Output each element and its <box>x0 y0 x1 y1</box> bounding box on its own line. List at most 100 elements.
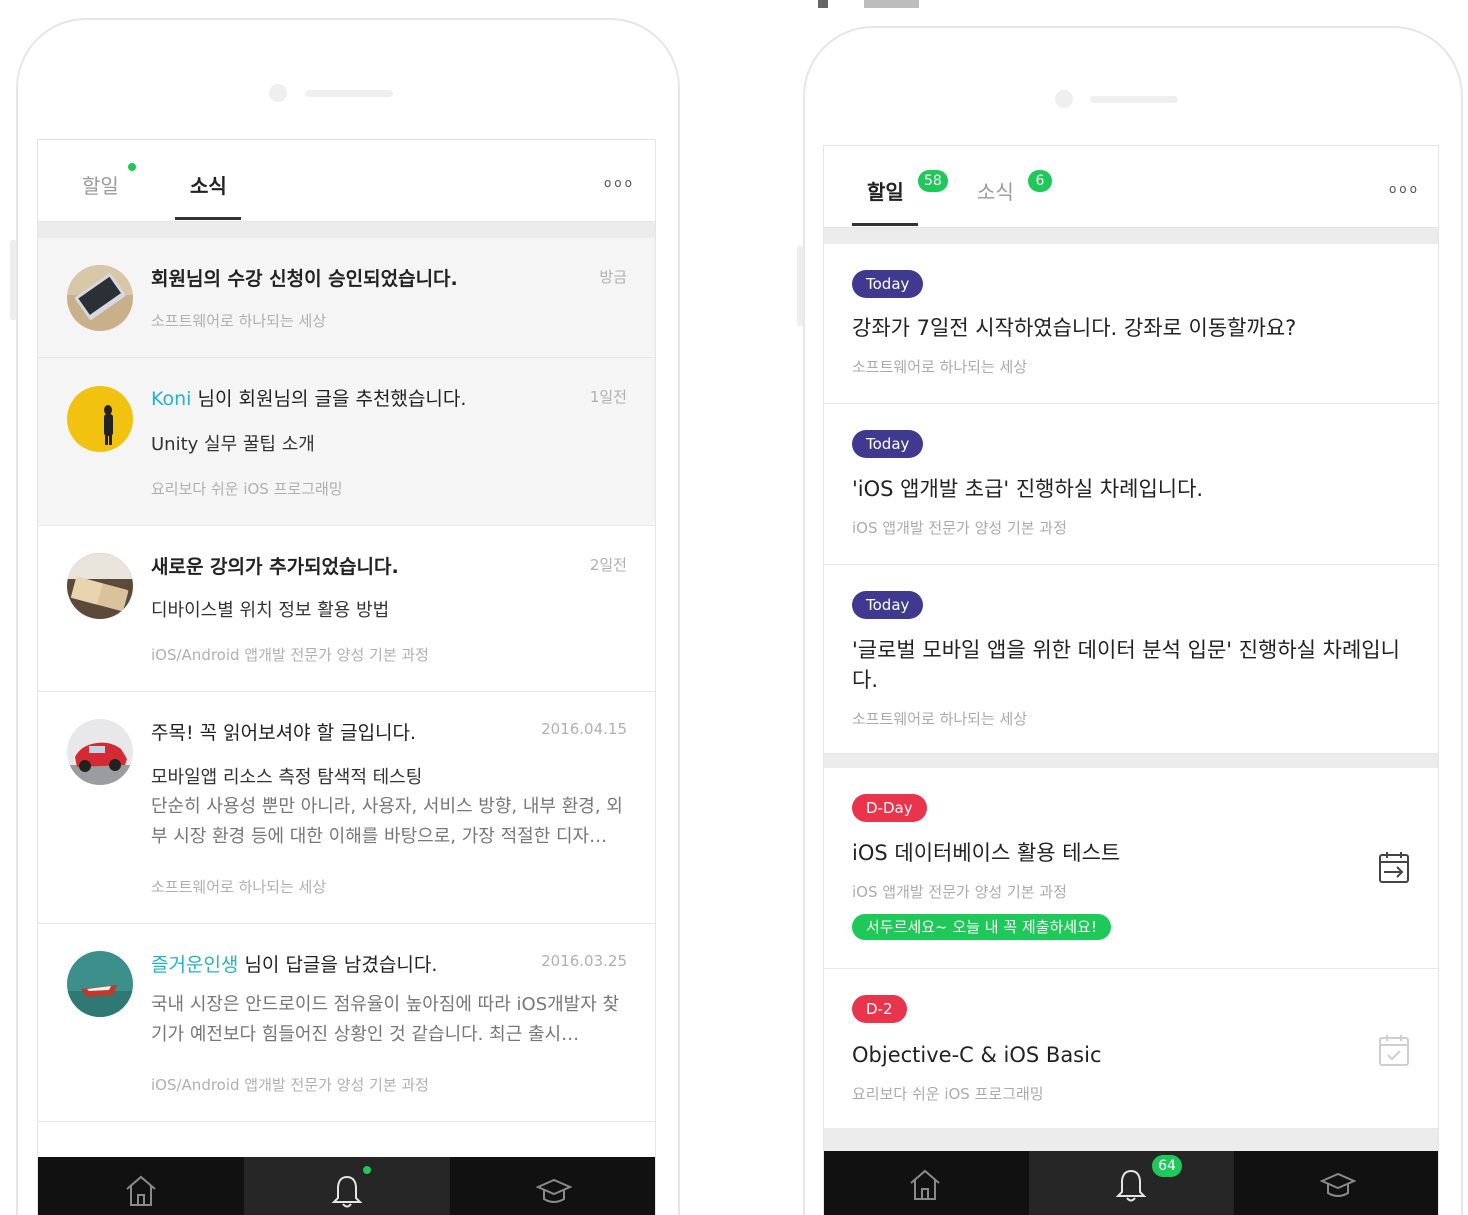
more-options-button[interactable]: ooo <box>604 176 635 190</box>
news-count-badge: 6 <box>1028 170 1052 192</box>
todo-card-title: 'iOS 앱개발 초급' 진행하실 차례입니다. <box>852 477 1204 501</box>
active-tab-underline <box>852 223 918 226</box>
feed-item-title: 즐거운인생 님이 답글을 남겼습니다. <box>151 950 437 977</box>
feed-item-description: 국내 시장은 안드로이드 점유율이 높아짐에 따라 iOS개발자 찾기가 예전보… <box>151 994 620 1045</box>
tab-courses[interactable] <box>1234 1151 1438 1215</box>
tab-header: 할일 58 소식 6 ooo <box>824 146 1438 228</box>
tab-home[interactable] <box>38 1157 244 1215</box>
todo-count-badge: 58 <box>918 170 948 192</box>
bottom-tab-bar: 64 <box>824 1151 1438 1215</box>
tab-notifications[interactable]: 64 <box>1029 1151 1234 1215</box>
feed-item[interactable]: 새로운 강의가 추가되었습니다. 2일전 디바이스별 위치 정보 활용 방법 i… <box>38 526 655 692</box>
todo-card-meta: 소프트웨어로 하나되는 세상 <box>852 358 1028 376</box>
feed-item-description: 단순히 사용성 뿐만 아니라, 사용자, 서비스 방향, 내부 환경, 외부 시… <box>151 796 623 847</box>
tab-news[interactable]: 소식 <box>190 170 227 199</box>
feed-item-subtitle: Unity 실무 꿀팁 소개 <box>151 434 315 455</box>
feed-item[interactable]: Koni 님이 회원님의 글을 추천했습니다. 1일전 Unity 실무 꿀팁 … <box>38 358 655 526</box>
feed-item-title-text: 님이 회원님의 글을 추천했습니다. <box>197 388 467 410</box>
bell-icon <box>1115 1169 1147 1202</box>
graduation-cap-icon <box>536 1178 572 1203</box>
feed-item[interactable]: 회원님의 수강 신청이 승인되었습니다. 방금 소프트웨어로 하나되는 세상 <box>38 238 655 358</box>
tab-courses[interactable] <box>450 1157 655 1215</box>
news-screen: 할일 소식 ooo 회원님의 수강 신청이 승인되었습니다. 방금 소프트웨어로… <box>37 139 656 1215</box>
speaker-grille <box>1090 96 1178 103</box>
avatar <box>67 719 133 785</box>
divider-band <box>824 1129 1438 1151</box>
home-icon <box>910 1169 940 1200</box>
tab-notifications[interactable] <box>244 1157 450 1215</box>
todo-card-meta: iOS 앱개발 전문가 양성 기본 과정 <box>852 519 1067 537</box>
side-button <box>797 246 803 326</box>
tab-news[interactable]: 소식 <box>977 176 1014 205</box>
tab-header: 할일 소식 ooo <box>38 140 655 222</box>
feed-item-time: 1일전 <box>589 388 627 406</box>
side-button <box>10 240 16 320</box>
todo-card-meta: 소프트웨어로 하나되는 세상 <box>852 710 1028 728</box>
tab-home[interactable] <box>824 1151 1029 1215</box>
home-icon <box>126 1175 156 1206</box>
notification-count-badge: 64 <box>1152 1155 1182 1177</box>
top-edge-mark <box>864 0 919 8</box>
camera-dot <box>269 84 287 102</box>
feed-item-title-text: 님이 답글을 남겼습니다. <box>244 954 438 976</box>
todo-card-title: iOS 데이터베이스 활용 테스트 <box>852 841 1121 865</box>
avatar <box>67 553 133 619</box>
feed-item-time: 2016.03.25 <box>541 952 627 970</box>
top-edge-mark <box>818 0 828 8</box>
camera-dot <box>1055 90 1073 108</box>
calendar-submit-icon[interactable] <box>1378 850 1410 884</box>
notification-dot <box>363 1166 371 1174</box>
feed-item[interactable]: 즐거운인생 님이 답글을 남겼습니다. 2016.03.25 국내 시장은 안드… <box>38 924 655 1122</box>
todo-card-title: '글로벌 모바일 앱을 위한 데이터 분석 입문' 진행하실 차례입니다. <box>852 638 1400 692</box>
divider-band <box>824 228 1438 244</box>
todo-card[interactable]: Today 'iOS 앱개발 초급' 진행하실 차례입니다. iOS 앱개발 전… <box>824 404 1438 565</box>
divider-band <box>38 222 655 238</box>
active-tab-underline <box>175 217 241 220</box>
today-badge: Today <box>852 591 924 619</box>
new-dot <box>128 163 136 171</box>
feed-item-subtitle: 모바일앱 리소스 측정 탐색적 테스팅 <box>151 767 423 788</box>
todo-card[interactable]: D-2 Objective-C & iOS Basic 요리보다 쉬운 iOS … <box>824 969 1438 1129</box>
speaker-grille <box>305 90 393 97</box>
section-divider-band <box>824 754 1438 768</box>
feed-item-meta: 소프트웨어로 하나되는 세상 <box>151 312 327 330</box>
today-badge: Today <box>852 270 924 298</box>
avatar <box>67 386 133 452</box>
graduation-cap-icon <box>1320 1172 1356 1197</box>
todo-card-title: 강좌가 7일전 시작하였습니다. 강좌로 이동할까요? <box>852 316 1297 340</box>
todo-card-title: Objective-C & iOS Basic <box>852 1043 1102 1067</box>
bottom-tab-bar <box>38 1157 655 1215</box>
feed-item[interactable]: 주목! 꼭 읽어보셔야 할 글입니다. 2016.04.15 모바일앱 리소스 … <box>38 692 655 924</box>
actor-link[interactable]: Koni <box>151 388 191 410</box>
deadline-nudge: 서두르세요~ 오늘 내 꼭 제출하세요! <box>852 914 1111 940</box>
calendar-check-icon[interactable] <box>1378 1033 1410 1067</box>
feed-item-time: 2016.04.15 <box>541 720 627 738</box>
feed-item-meta: 소프트웨어로 하나되는 세상 <box>151 878 327 896</box>
todo-card[interactable]: Today '글로벌 모바일 앱을 위한 데이터 분석 입문' 진행하실 차례입… <box>824 565 1438 754</box>
today-badge: Today <box>852 430 924 458</box>
tab-todo[interactable]: 할일 <box>867 176 904 205</box>
bell-icon <box>331 1175 363 1208</box>
feed-item-meta: iOS/Android 앱개발 전문가 양성 기본 과정 <box>151 1076 429 1094</box>
feed-item-meta: 요리보다 쉬운 iOS 프로그래밍 <box>151 480 343 498</box>
feed-item-subtitle: 디바이스별 위치 정보 활용 방법 <box>151 600 390 621</box>
feed-item-time: 방금 <box>599 268 627 286</box>
dday-badge: D-2 <box>852 995 907 1023</box>
feed-item-title: 주목! 꼭 읽어보셔야 할 글입니다. <box>151 722 417 744</box>
todo-card-meta: iOS 앱개발 전문가 양성 기본 과정 <box>852 883 1067 901</box>
todo-card-meta: 요리보다 쉬운 iOS 프로그래밍 <box>852 1085 1044 1103</box>
actor-link[interactable]: 즐거운인생 <box>151 954 238 976</box>
tab-todo[interactable]: 할일 <box>82 170 119 199</box>
todo-card[interactable]: D-Day iOS 데이터베이스 활용 테스트 iOS 앱개발 전문가 양성 기… <box>824 768 1438 969</box>
feed-item-title: Koni 님이 회원님의 글을 추천했습니다. <box>151 384 466 411</box>
feed-item-title: 회원님의 수강 신청이 승인되었습니다. <box>151 268 458 290</box>
todo-screen: 할일 58 소식 6 ooo Today 강좌가 7일전 시작하였습니다. 강좌… <box>823 145 1439 1215</box>
canvas: 할일 소식 ooo 회원님의 수강 신청이 승인되었습니다. 방금 소프트웨어로… <box>0 0 1468 1215</box>
feed-item-time: 2일전 <box>589 556 627 574</box>
todo-card[interactable]: Today 강좌가 7일전 시작하였습니다. 강좌로 이동할까요? 소프트웨어로… <box>824 244 1438 404</box>
feed-item-title: 새로운 강의가 추가되었습니다. <box>151 556 399 578</box>
avatar <box>67 951 133 1017</box>
more-options-button[interactable]: ooo <box>1389 182 1420 196</box>
feed-item-meta: iOS/Android 앱개발 전문가 양성 기본 과정 <box>151 646 429 664</box>
avatar <box>67 265 133 331</box>
